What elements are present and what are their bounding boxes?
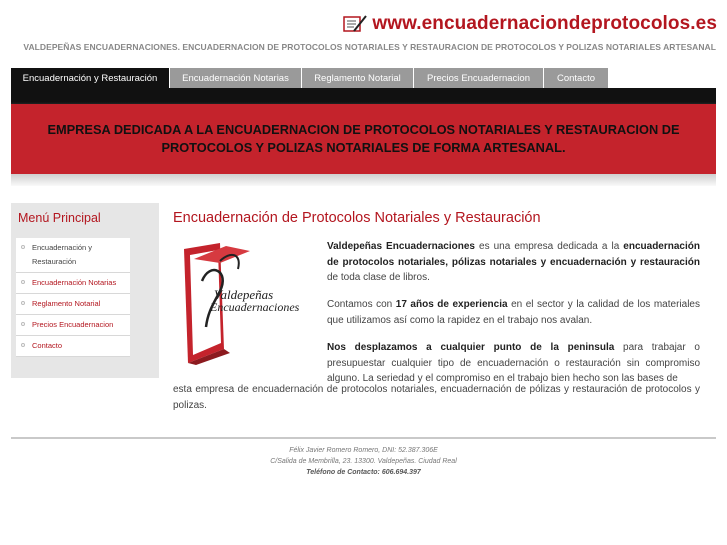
nav-underline-strip (11, 88, 716, 104)
banner-shadow (11, 174, 716, 186)
tab-encuadernacion-notarias[interactable]: Encuadernación Notarias (170, 68, 302, 88)
footer-phone: Teléfono de Contacto: 606.694.397 (306, 469, 421, 476)
sidebar-item-label: Reglamento Notarial (32, 299, 101, 308)
circle-bullet-icon (21, 301, 25, 305)
company-logo-image: Valdepeñas Encuadernaciones (180, 241, 322, 366)
sidebar-item-contacto[interactable]: Contacto (16, 336, 130, 357)
site-header: www.encuadernaciondeprotocolos.es VALDEP… (0, 0, 727, 68)
company-name: Valdepeñas Encuadernaciones (327, 241, 475, 252)
footer-divider (11, 437, 716, 439)
notebook-pen-icon (342, 14, 368, 34)
sidebar-title: Menú Principal (18, 211, 101, 225)
tab-contacto[interactable]: Contacto (544, 68, 609, 88)
sidebar-item-label: Precios Encuadernacion (32, 320, 114, 329)
sidebar: Menú Principal Encuadernación y Restaura… (11, 203, 159, 378)
sidebar-menu: Encuadernación y Restauración Encuaderna… (16, 238, 130, 357)
sidebar-item-label: Encuadernación y Restauración (32, 243, 93, 266)
hero-banner: EMPRESA DEDICADA A LA ENCUADERNACION DE … (11, 104, 716, 174)
circle-bullet-icon (21, 322, 25, 326)
sidebar-item-encuadernacion-restauracion[interactable]: Encuadernación y Restauración (16, 238, 130, 273)
sidebar-item-reglamento-notarial[interactable]: Reglamento Notarial (16, 294, 130, 315)
circle-bullet-icon (21, 280, 25, 284)
page-title: Encuadernación de Protocolos Notariales … (173, 210, 541, 226)
sidebar-item-precios-encuadernacion[interactable]: Precios Encuadernacion (16, 315, 130, 336)
travel-paragraph-continued: esta empresa de encuadernación de protoc… (173, 384, 700, 411)
banner-text: EMPRESA DEDICADA A LA ENCUADERNACION DE … (47, 122, 680, 155)
tab-precios-encuadernacion[interactable]: Precios Encuadernacion (414, 68, 544, 88)
experience-paragraph: Contamos con 17 años de experiencia en e… (327, 299, 700, 326)
site-footer: Félix Javier Romero Romero, DNI: 52.387.… (11, 445, 716, 478)
intro-paragraph: Valdepeñas Encuadernaciones es una empre… (327, 241, 700, 283)
site-url[interactable]: www.encuadernaciondeprotocolos.es (342, 13, 717, 35)
site-tagline: VALDEPEÑAS ENCUADERNACIONES. ENCUADERNAC… (23, 42, 716, 52)
travel-paragraph: Nos desplazamos a cualquier punto de la … (327, 342, 700, 384)
tab-reglamento-notarial[interactable]: Reglamento Notarial (302, 68, 414, 88)
footer-address: C/Salida de Membrilla, 23. 13300. Valdep… (270, 458, 457, 465)
sidebar-item-label: Encuadernación Notarias (32, 278, 117, 287)
circle-bullet-icon (21, 245, 25, 249)
main-nav: Encuadernación y Restauración Encuaderna… (11, 68, 716, 88)
circle-bullet-icon (21, 343, 25, 347)
logo-text-line2: Encuadernaciones (209, 300, 300, 314)
sidebar-item-label: Contacto (32, 341, 63, 350)
tab-encuadernacion-restauracion[interactable]: Encuadernación y Restauración (11, 68, 170, 88)
sidebar-item-encuadernacion-notarias[interactable]: Encuadernación Notarias (16, 273, 130, 294)
site-url-text: www.encuadernaciondeprotocolos.es (372, 13, 717, 34)
footer-owner: Félix Javier Romero Romero, DNI: 52.387.… (289, 447, 438, 454)
